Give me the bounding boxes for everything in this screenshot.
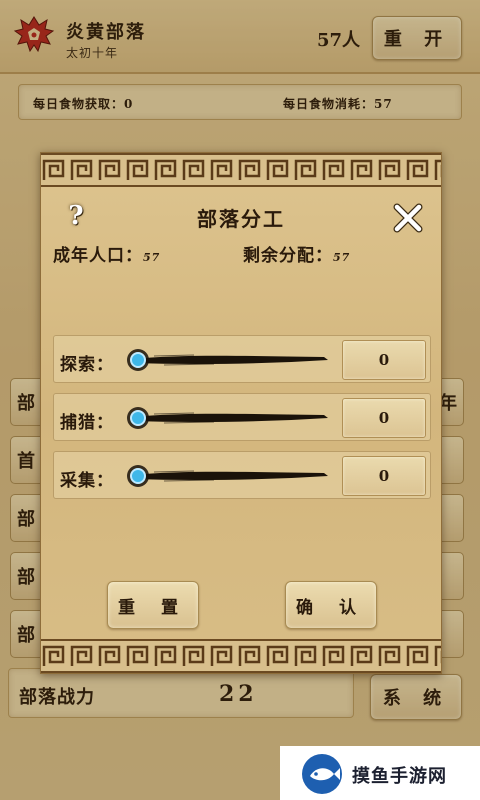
job-row-gather: 采集： 0: [53, 451, 431, 499]
adult-population-value: 57: [143, 251, 161, 264]
hunt-slider-knob: [130, 410, 146, 426]
fret-border-bottom: [41, 639, 441, 673]
fret-pattern: [41, 155, 441, 185]
reset-button[interactable]: 重 置: [107, 581, 199, 629]
adult-population: 成年人口：57: [53, 246, 161, 266]
hunt-slider[interactable]: [124, 402, 334, 434]
watermark-banner: 摸鱼手游网: [280, 746, 480, 800]
watermark-text: 摸鱼手游网: [352, 766, 447, 787]
job-label-gather: 采集：: [60, 471, 114, 491]
job-row-hunt: 捕猎： 0: [53, 393, 431, 441]
explore-slider[interactable]: [124, 344, 334, 376]
fret-pattern: [41, 641, 441, 671]
job-label-explore: 探索：: [60, 355, 114, 375]
explore-value[interactable]: 0: [342, 340, 426, 380]
remaining-allocation-label: 剩余分配: [243, 246, 315, 266]
explore-slider-knob: [130, 352, 146, 368]
hunt-value[interactable]: 0: [342, 398, 426, 438]
dialog-title: 部落分工: [197, 207, 285, 231]
gather-value[interactable]: 0: [342, 456, 426, 496]
job-row-explore: 探索： 0: [53, 335, 431, 383]
fret-border-top: [41, 153, 441, 187]
gather-slider-knob: [130, 468, 146, 484]
fish-logo-icon: [302, 754, 342, 794]
remaining-allocation-value: 57: [333, 251, 351, 264]
adult-population-label: 成年人口: [53, 246, 125, 266]
gather-slider[interactable]: [124, 460, 334, 492]
close-icon[interactable]: [391, 201, 425, 235]
labor-division-dialog: ? 部落分工 成年人口：57 剩余分配：57 探索： 0 捕猎： 0 采集： 0…: [40, 152, 442, 674]
confirm-button[interactable]: 确 认: [285, 581, 377, 629]
job-label-hunt: 捕猎：: [60, 413, 114, 433]
remaining-allocation: 剩余分配：57: [243, 246, 351, 266]
